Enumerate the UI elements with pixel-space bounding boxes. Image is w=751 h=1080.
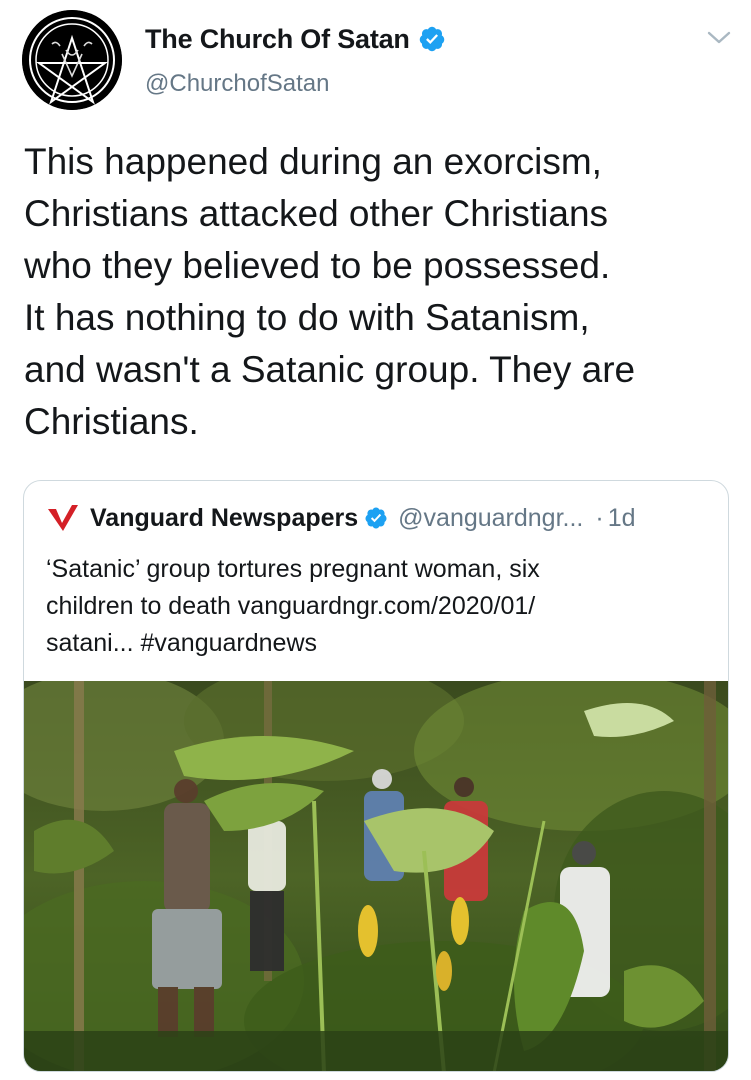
chevron-down-icon[interactable] xyxy=(706,28,732,48)
quoted-author-name[interactable]: Vanguard Newspapers xyxy=(90,504,358,533)
timestamp-separator: · xyxy=(595,503,604,532)
quoted-tweet-text: ‘Satanic’ group tortures pregnant woman,… xyxy=(46,555,540,657)
quoted-author-handle[interactable]: @vanguardngr... xyxy=(398,504,583,533)
tweet-card: The Church Of Satan @ChurchofSatan This … xyxy=(0,0,751,1080)
verified-badge-icon xyxy=(364,506,388,530)
quoted-tweet-image[interactable] xyxy=(24,681,728,1071)
quoted-tweet-header: Vanguard Newspapers @vanguardngr... · 1d xyxy=(46,501,636,535)
tweet-body-text: This happened during an exorcism, Christ… xyxy=(24,141,636,442)
author-display-name[interactable]: The Church Of Satan xyxy=(145,24,410,55)
profile-avatar[interactable] xyxy=(22,10,122,110)
verified-badge-icon xyxy=(418,25,446,53)
quoted-tweet[interactable]: Vanguard Newspapers @vanguardngr... · 1d… xyxy=(23,480,729,1072)
quoted-timestamp[interactable]: 1d xyxy=(608,504,636,533)
jungle-photo xyxy=(24,681,728,1071)
vanguard-v-logo-icon xyxy=(46,503,80,533)
author-name-row[interactable]: The Church Of Satan xyxy=(145,22,446,56)
author-handle[interactable]: @ChurchofSatan xyxy=(145,70,329,98)
baphomet-sigil-icon xyxy=(22,10,122,110)
